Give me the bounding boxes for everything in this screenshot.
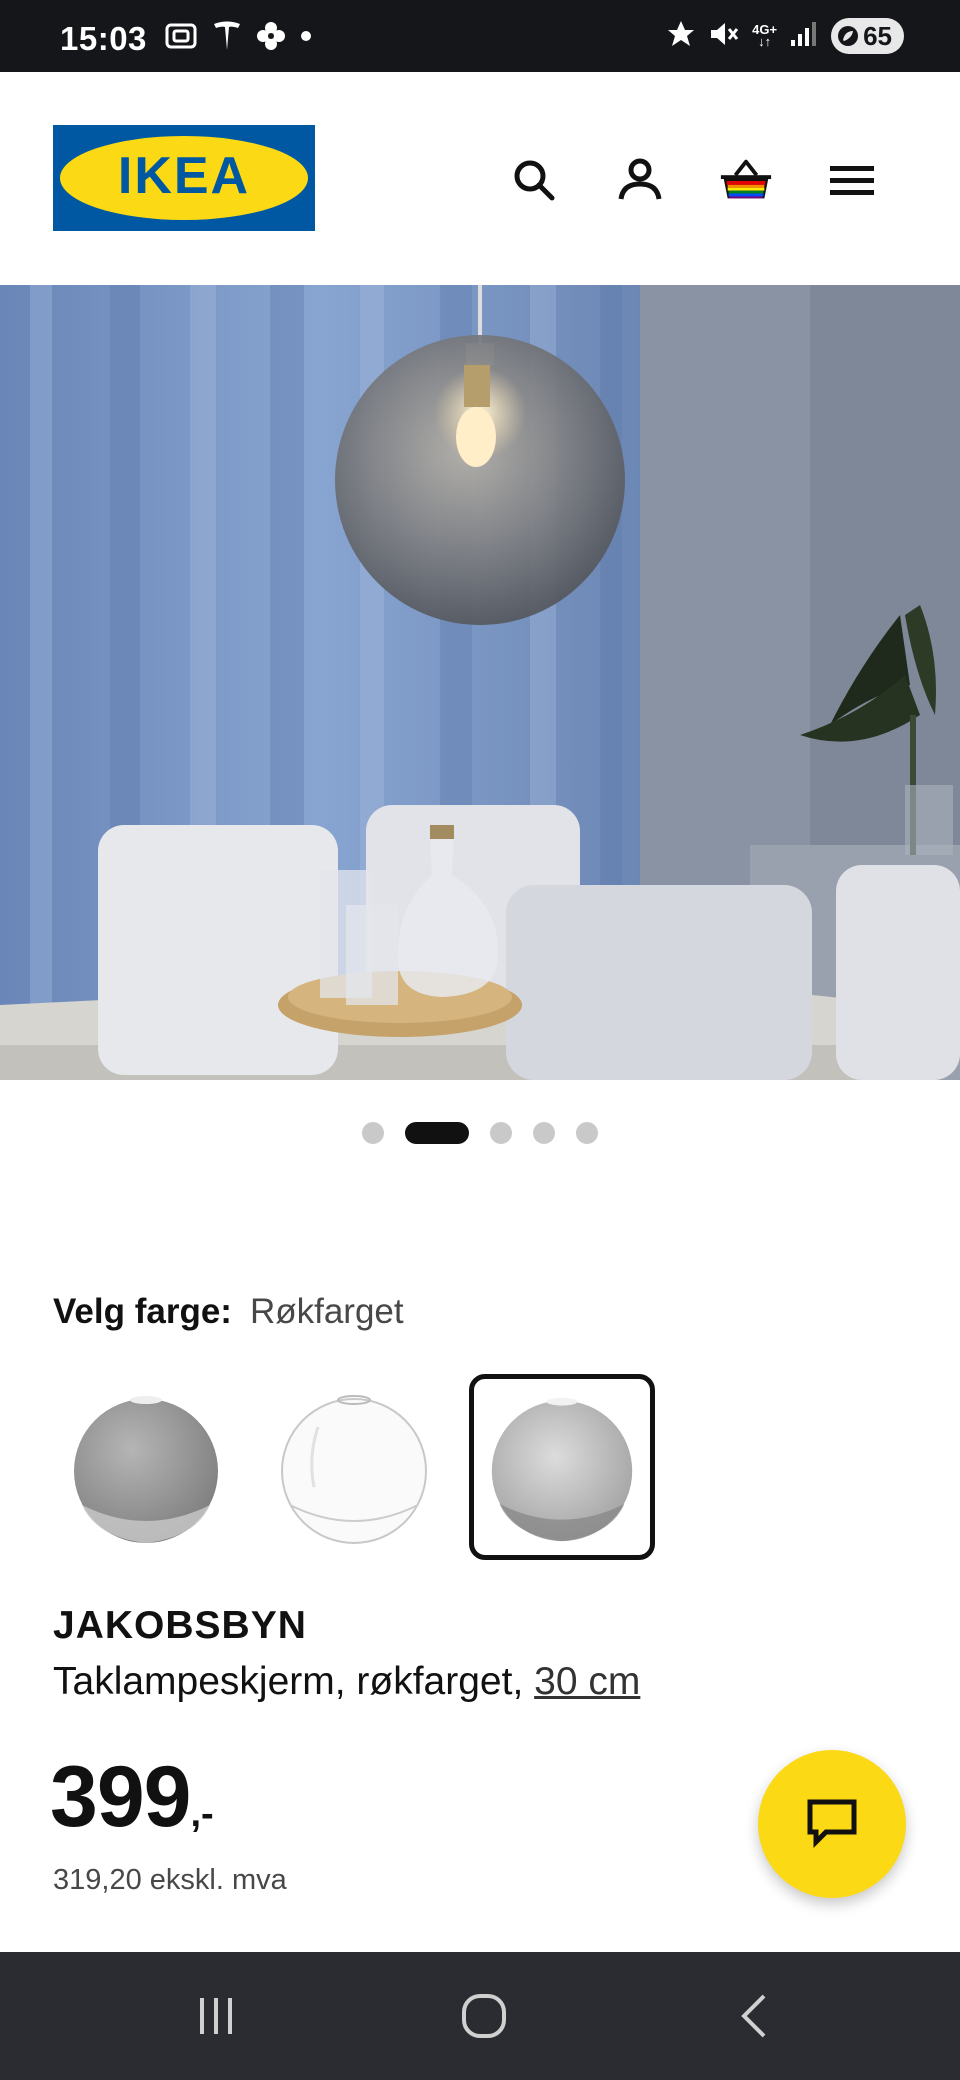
carousel-dot[interactable] <box>490 1122 512 1144</box>
carousel-dot[interactable] <box>533 1122 555 1144</box>
status-left-icons <box>164 20 312 57</box>
carousel-dot[interactable] <box>362 1122 384 1144</box>
mute-icon <box>708 19 740 54</box>
price-ex-vat: 319,20 ekskl. mva <box>53 1864 287 1896</box>
back-icon[interactable] <box>722 1984 786 2048</box>
home-icon[interactable] <box>452 1984 516 2048</box>
chat-icon <box>804 1794 860 1855</box>
product-size-link[interactable]: 30 cm <box>534 1660 640 1703</box>
product-image[interactable] <box>0 285 960 1080</box>
product-price: 399,- <box>50 1748 214 1847</box>
product-description-text: Taklampeskjerm, røkfarget, <box>53 1660 524 1703</box>
product-name: JAKOBSBYN <box>53 1604 307 1647</box>
pinwheel-icon <box>256 21 286 56</box>
color-value: Røkfarget <box>249 1292 404 1331</box>
tesla-icon <box>212 20 242 57</box>
battery-icon: 65 <box>831 18 904 54</box>
color-label: Velg farge: <box>53 1292 232 1331</box>
price-amount: 399 <box>50 1749 191 1845</box>
signal-icon <box>789 20 819 53</box>
color-selector: Velg farge: Røkfarget <box>53 1290 404 1334</box>
recents-icon[interactable] <box>184 1984 248 2048</box>
ikea-logo[interactable]: IKEA <box>53 125 315 231</box>
menu-icon[interactable] <box>824 152 880 208</box>
product-description: Taklampeskjerm, røkfarget, 30 cm <box>53 1660 640 1704</box>
cart-icon[interactable] <box>718 152 774 208</box>
search-icon[interactable] <box>506 152 562 208</box>
chat-button[interactable] <box>758 1750 906 1898</box>
system-nav-bar <box>0 1952 960 2080</box>
status-right-icons: 4G+ ↓↑ 65 <box>666 18 904 54</box>
star-icon <box>666 19 696 54</box>
status-time: 15:03 <box>60 20 147 57</box>
carousel-dot-active[interactable] <box>405 1122 469 1144</box>
color-swatch-clear[interactable] <box>261 1374 447 1560</box>
account-icon[interactable] <box>612 152 668 208</box>
status-bar: 15:03 4G+ ↓↑ 65 <box>0 0 960 72</box>
screenshot-icon <box>164 21 198 56</box>
color-swatch-smoke[interactable] <box>469 1374 655 1560</box>
battery-level: 65 <box>863 20 892 51</box>
logo-text: IKEA <box>118 147 250 205</box>
price-suffix: ,- <box>190 1793 214 1835</box>
network-label: 4G+ <box>752 22 778 37</box>
image-carousel-dots <box>0 1122 960 1144</box>
color-swatch-grey[interactable] <box>53 1374 239 1560</box>
carousel-dot[interactable] <box>576 1122 598 1144</box>
dot-icon <box>300 29 312 47</box>
network-4g-icon: 4G+ ↓↑ <box>752 22 778 49</box>
site-header: IKEA <box>0 72 960 285</box>
